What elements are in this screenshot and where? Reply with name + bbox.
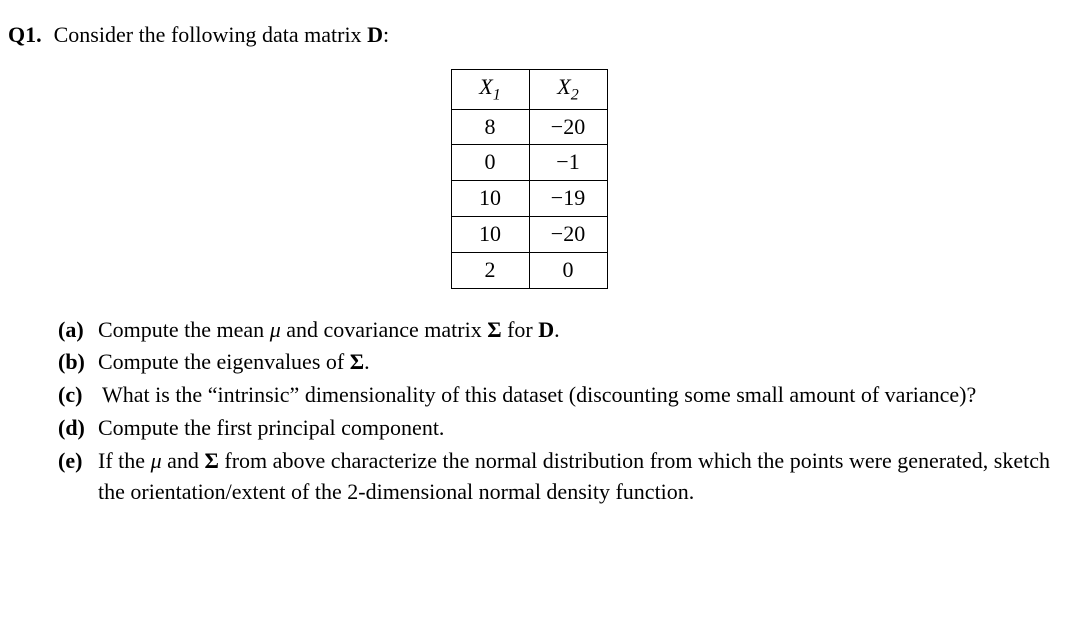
header-x2: X2 (529, 69, 607, 109)
question-label: Q1. (8, 20, 42, 51)
table-row: 10 −19 (451, 181, 607, 217)
pa-dvar: D (538, 317, 554, 342)
part-d: (d) Compute the first principal componen… (58, 413, 1050, 444)
table-row: 0 −1 (451, 145, 607, 181)
table-row: 8 −20 (451, 109, 607, 145)
intro-text-pre: Consider the following data matrix (54, 22, 367, 47)
question-intro: Consider the following data matrix D: (54, 20, 1050, 51)
cell: −1 (529, 145, 607, 181)
part-b: (b) Compute the eigenvalues of Σ. (58, 347, 1050, 378)
pe-t1: If the (98, 448, 151, 473)
pe-mu: μ (151, 448, 162, 473)
header-x1: X1 (451, 69, 529, 109)
table-row: 2 0 (451, 252, 607, 288)
cell: −20 (529, 216, 607, 252)
part-c: (c) What is the “intrinsic” dimensionali… (58, 380, 1050, 411)
pa-t4: . (554, 317, 560, 342)
cell: 2 (451, 252, 529, 288)
pa-t3: for (502, 317, 539, 342)
intro-text-post: : (383, 22, 389, 47)
pe-t2: and (162, 448, 205, 473)
pa-t2: and covariance matrix (281, 317, 487, 342)
part-b-text: Compute the eigenvalues of Σ. (98, 347, 1050, 378)
pb-sigma: Σ (350, 349, 364, 374)
pa-t1: Compute the mean (98, 317, 270, 342)
table-row: 10 −20 (451, 216, 607, 252)
part-c-label: (c) (58, 380, 102, 411)
h1-base: X (479, 74, 492, 99)
part-e-text: If the μ and Σ from above characterize t… (98, 446, 1050, 508)
part-d-label: (d) (58, 413, 98, 444)
part-a-label: (a) (58, 315, 98, 346)
h1-sub: 1 (493, 86, 501, 103)
cell: 10 (451, 181, 529, 217)
cell: 10 (451, 216, 529, 252)
h2-sub: 2 (571, 86, 579, 103)
cell: −19 (529, 181, 607, 217)
pe-t3: from above characterize the normal distr… (98, 448, 1050, 504)
question-header: Q1. Consider the following data matrix D… (8, 20, 1050, 51)
cell: −20 (529, 109, 607, 145)
h2-base: X (557, 74, 570, 99)
cell: 8 (451, 109, 529, 145)
pa-mu: μ (270, 317, 281, 342)
part-a-text: Compute the mean μ and covariance matrix… (98, 315, 1050, 346)
part-c-text: What is the “intrinsic” dimensionality o… (102, 380, 1050, 411)
cell: 0 (451, 145, 529, 181)
data-matrix-table: X1 X2 8 −20 0 −1 10 −19 10 −20 2 0 (451, 69, 608, 289)
parts-list: (a) Compute the mean μ and covariance ma… (8, 315, 1050, 508)
part-e: (e) If the μ and Σ from above characteri… (58, 446, 1050, 508)
pe-sigma: Σ (204, 448, 218, 473)
pa-sigma: Σ (487, 317, 501, 342)
cell: 0 (529, 252, 607, 288)
part-e-label: (e) (58, 446, 98, 477)
intro-var-d: D (367, 22, 383, 47)
part-b-label: (b) (58, 347, 98, 378)
part-a: (a) Compute the mean μ and covariance ma… (58, 315, 1050, 346)
part-d-text: Compute the first principal component. (98, 413, 1050, 444)
table-header-row: X1 X2 (451, 69, 607, 109)
pb-t1: Compute the eigenvalues of (98, 349, 350, 374)
pb-t2: . (364, 349, 370, 374)
